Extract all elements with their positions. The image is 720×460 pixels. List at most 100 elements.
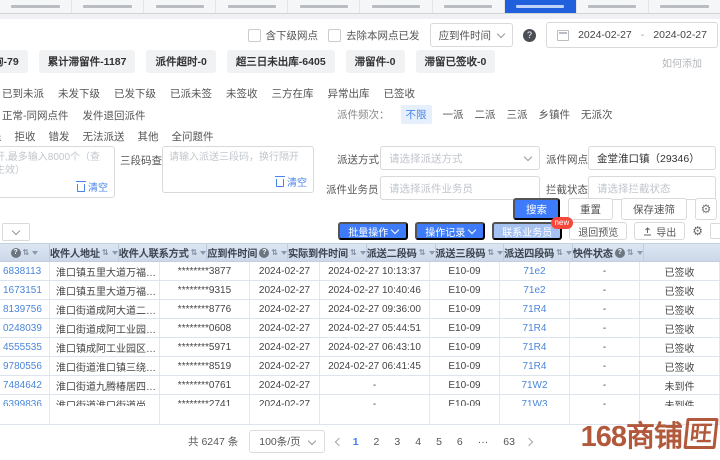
problem-filter-link[interactable]: 错发 <box>49 129 70 144</box>
bulk-select-dropdown[interactable] <box>2 223 30 241</box>
next-page-icon[interactable] <box>525 437 533 445</box>
status-filter-link[interactable]: 已发下级 <box>114 86 156 101</box>
type-filter-link[interactable]: 正常-同网点件 <box>2 108 69 123</box>
segment-query-textarea[interactable]: 请输入派送三段码，换行隔开 清空 <box>162 146 314 193</box>
page-number[interactable]: 5 <box>436 436 442 448</box>
status-filter-link[interactable]: 未发下级 <box>58 86 100 101</box>
segment3-code-link[interactable]: 71W2 <box>500 376 570 394</box>
help-link[interactable]: 如何添加 <box>662 55 720 70</box>
date-range-picker[interactable]: 2024-02-27 - 2024-02-27 <box>546 22 718 48</box>
table-row[interactable]: 4555535 淮口镇成阿工业园区… ********5971 2024-02-… <box>0 338 720 357</box>
table-row[interactable]: 6838113 淮口镇五里大道万福… ********3877 2024-02-… <box>0 262 720 281</box>
exclude-sent-checkbox-group[interactable]: 去除本网点已发 <box>328 28 420 43</box>
column-settings-icon[interactable] <box>710 223 720 239</box>
table-row[interactable]: 9780556 淮口街道淮口镇三绕… ********8519 2024-02-… <box>0 357 720 376</box>
page-number[interactable]: 2 <box>374 436 380 448</box>
page-number[interactable]: 1 <box>353 436 359 448</box>
include-sub-checkbox-group[interactable]: 含下级网点 <box>248 28 319 43</box>
prev-page-icon[interactable] <box>334 437 342 445</box>
settings-gear-button[interactable] <box>695 198 717 220</box>
status-filter-link[interactable]: 已派未签 <box>170 86 212 101</box>
frequency-option[interactable]: 三派 <box>507 107 528 122</box>
waybill-number-link[interactable]: 7484642 <box>0 376 50 394</box>
problem-filter-link[interactable]: 全问题件 <box>172 129 214 144</box>
waybill-query-textarea[interactable]: ，换行隔开,最多输入8000个（查询条件不生效） 清空 <box>0 146 115 198</box>
stat-tag[interactable]: 累计滞留件-1187 <box>39 50 136 73</box>
contact-courier-button[interactable]: 联系业务员 new <box>492 222 562 240</box>
top-tab[interactable] <box>433 0 504 13</box>
top-tab[interactable] <box>72 0 143 13</box>
table-header-cell[interactable]: 派送二段码 <box>367 244 436 261</box>
top-tab[interactable] <box>360 0 431 13</box>
segment3-code-link[interactable]: 71R4 <box>500 338 570 356</box>
segment3-code-link[interactable]: 71R4 <box>500 300 570 318</box>
segment3-code-link[interactable]: 71e2 <box>500 262 570 280</box>
table-row[interactable]: 0248039 淮口街道成阿工业园… ********0608 2024-02-… <box>0 319 720 338</box>
table-row[interactable]: 7484642 淮口街道九腾椿居四… ********0761 2024-02-… <box>0 376 720 395</box>
waybill-number-link[interactable]: 1673151 <box>0 281 50 299</box>
waybill-number-link[interactable]: 8139756 <box>0 300 50 318</box>
table-header-waybill[interactable] <box>0 244 50 261</box>
courier-select[interactable]: 请选择派件业务员 <box>380 176 540 200</box>
table-header-cell[interactable]: 收件人联系方式 <box>119 244 208 261</box>
problem-filter-link[interactable]: 拒收 <box>15 129 36 144</box>
stat-tag[interactable]: 派件超时-0 <box>146 50 215 73</box>
operation-records-button[interactable]: 操作记录 <box>415 222 485 240</box>
reset-button[interactable]: 重置 <box>568 198 613 220</box>
dispatch-site-select[interactable]: 金堂淮口镇（29346） <box>588 146 716 170</box>
date-end[interactable]: 2024-02-27 <box>653 29 707 41</box>
table-header-cell[interactable]: 实际到件时间 <box>288 244 367 261</box>
waybill-number-link[interactable]: 0248039 <box>0 319 50 337</box>
page-number[interactable]: 3 <box>394 436 400 448</box>
return-preview-button[interactable]: 退回预览 <box>569 222 627 240</box>
top-tab[interactable] <box>0 0 71 13</box>
table-header-cell[interactable]: 收件人地址 <box>50 244 119 261</box>
table-header-cell[interactable]: 派送四段码 <box>504 244 573 261</box>
dispatch-method-select[interactable]: 请选择派送方式 <box>380 146 540 170</box>
frequency-option[interactable]: 乡镇件 <box>539 107 571 122</box>
stat-tag[interactable]: 询-79 <box>0 50 28 73</box>
problem-filter-link[interactable]: 其他 <box>138 129 159 144</box>
problem-filter-link[interactable]: 退 <box>0 129 2 144</box>
top-tab-active[interactable] <box>505 0 576 13</box>
page-number[interactable]: 4 <box>415 436 421 448</box>
table-settings-gear-icon[interactable] <box>692 225 703 238</box>
top-tab[interactable] <box>288 0 359 13</box>
save-filter-button[interactable]: 保存速筛 <box>621 198 687 220</box>
page-number[interactable]: 63 <box>503 436 515 448</box>
frequency-option[interactable]: 无派次 <box>581 107 613 122</box>
top-tab[interactable] <box>649 0 720 13</box>
frequency-option[interactable]: 二派 <box>475 107 496 122</box>
waybill-number-link[interactable]: 6838113 <box>0 262 50 280</box>
status-filter-link[interactable]: 三方在库 <box>272 86 314 101</box>
time-type-select[interactable]: 应到件时间 <box>430 23 514 47</box>
include-sub-checkbox[interactable] <box>248 29 261 42</box>
batch-operations-button[interactable]: 批量操作 <box>338 222 408 240</box>
table-header-cell[interactable]: 派送三段码 <box>436 244 505 261</box>
status-filter-link[interactable]: 未签收 <box>226 86 258 101</box>
segment-clear-button[interactable]: 清空 <box>276 174 307 189</box>
segment3-code-link[interactable]: 71R4 <box>500 357 570 375</box>
table-header-cell[interactable]: 快件状态 <box>573 244 644 261</box>
type-filter-link[interactable]: 发件退回派件 <box>83 108 146 123</box>
status-filter-link[interactable]: 异常出库 <box>328 86 370 101</box>
stat-tag[interactable]: 超三日未出库-6405 <box>227 50 335 73</box>
date-start[interactable]: 2024-02-27 <box>578 29 632 41</box>
page-number[interactable]: 6 <box>457 436 463 448</box>
page-size-select[interactable]: 100条/页 <box>249 430 324 453</box>
intercept-status-select[interactable]: 请选择拦截状态 <box>588 176 716 200</box>
exclude-sent-checkbox[interactable] <box>328 29 341 42</box>
help-question-icon[interactable] <box>523 29 536 42</box>
table-row[interactable]: 8139756 淮口街道成阿大道二… ********8776 2024-02-… <box>0 300 720 319</box>
frequency-option-active[interactable]: 不限 <box>401 105 432 124</box>
top-tab[interactable] <box>216 0 287 13</box>
export-button[interactable]: 导出 <box>634 222 685 240</box>
stat-tag[interactable]: 滞留已签收-0 <box>416 50 496 73</box>
top-tab[interactable] <box>577 0 648 13</box>
segment3-code-link[interactable]: 71R4 <box>500 319 570 337</box>
top-tab[interactable] <box>144 0 215 13</box>
search-button[interactable]: 搜索 <box>513 198 560 220</box>
frequency-option[interactable]: 一派 <box>443 107 464 122</box>
page-number[interactable]: ··· <box>478 436 489 448</box>
problem-filter-link[interactable]: 无法派送 <box>83 129 125 144</box>
